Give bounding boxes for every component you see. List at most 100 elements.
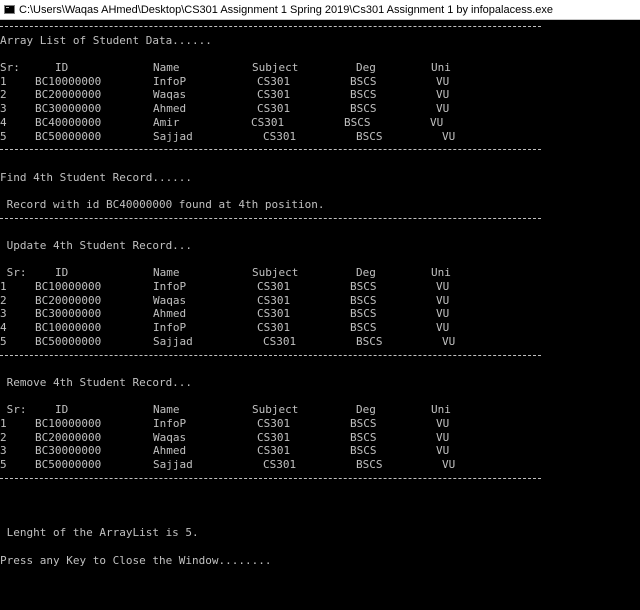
col-name: Name [153,403,180,417]
table-row: 1 BC10000000 InfoP CS301 BSCS VU [0,417,640,431]
divider-line [0,143,640,157]
col-deg: Deg [356,403,376,417]
cell-subject: CS301 [257,307,291,321]
cell-name: Ahmed [153,307,187,321]
table-row: 2 BC20000000 Waqas CS301 BSCS VU [0,431,640,445]
cell-sr: 3 [0,307,7,321]
cell-id: BC30000000 [35,102,102,116]
cell-name: Waqas [153,293,187,307]
close-prompt: Press any Key to Close the Window.......… [0,554,640,568]
table-row: 5 BC50000000 Sajjad CS301 BSCS VU [0,335,640,349]
student-table-initial: 1 BC10000000 InfoP CS301 BSCS VU 2 BC20000000 Wa… [0,75,640,143]
table-row: 5 BC50000000 Sajjad CS301 BSCS VU [0,458,640,472]
cell-id: BC30000000 [35,307,102,321]
console-output[interactable]: Array List of Student Data...... Sr: ID … [0,20,640,610]
cell-uni: VU [436,102,450,116]
table-row: 1 BC10000000 InfoP CS301 BSCS VU [0,280,640,294]
col-deg: Deg [356,61,376,75]
table-header: Sr: ID Name Subject Deg Uni [0,403,640,417]
cell-name: InfoP [153,280,187,294]
cell-subject: CS301 [257,280,291,294]
table-row: 4 BC40000000 Amir CS301 BSCS VU [0,116,640,130]
col-id: ID [55,61,69,75]
cell-deg: BSCS [356,458,383,471]
window-title: C:\Users\Waqas AHmed\Desktop\CS301 Assig… [19,3,553,16]
col-subject: Subject [252,266,299,280]
table-header: Sr: ID Name Subject Deg Uni [0,266,640,280]
cell-deg: BSCS [350,430,377,444]
cell-sr: 1 [0,416,7,430]
cell-id: BC20000000 [35,430,102,444]
heading-text: Array List of Student Data...... [0,33,212,47]
cell-deg: BSCS [350,280,377,294]
prompt-text: Press any Key to Close the Window.......… [0,553,272,567]
cell-name: Waqas [153,430,187,444]
cell-name: Ahmed [153,102,187,116]
cell-subject: CS301 [257,430,291,444]
cell-id: BC40000000 [35,115,102,129]
col-uni: Uni [431,61,451,75]
cell-deg: BSCS [350,444,377,458]
cell-name: Waqas [153,88,187,102]
cell-sr: 3 [0,444,7,458]
cell-sr: 2 [0,88,7,102]
table-header: Sr: ID Name Subject Deg Uni [0,61,640,75]
student-table-removed: 1 BC10000000 InfoP CS301 BSCS VU 2 BC20000000 Wa… [0,417,640,472]
cell-sr: 2 [0,430,7,444]
cell-uni: VU [436,321,450,335]
cell-sr: 3 [0,102,7,116]
cell-deg: BSCS [350,102,377,116]
cell-name: Sajjad [153,458,193,471]
cell-subject: CS301 [257,321,291,335]
col-deg: Deg [356,266,376,280]
cell-sr: 4 [0,321,7,335]
found-message: Record with id BC40000000 found at 4th p… [0,198,640,212]
cell-id: BC20000000 [35,293,102,307]
col-sr: Sr: [0,61,20,75]
cell-deg: BSCS [350,74,377,88]
cell-id: BC20000000 [35,88,102,102]
cell-name: InfoP [153,321,187,335]
cell-subject: CS301 [263,334,297,348]
cell-id: BC10000000 [35,280,102,294]
cell-id: BC50000000 [35,334,102,348]
cell-subject: CS301 [257,416,291,430]
table-row: 2 BC20000000 Waqas CS301 BSCS VU [0,88,640,102]
cell-uni: VU [436,88,450,102]
student-table-updated: 1 BC10000000 InfoP CS301 BSCS VU 2 BC20000000 Wa… [0,280,640,348]
col-name: Name [153,61,180,75]
cell-deg: BSCS [350,416,377,430]
cell-uni: VU [436,293,450,307]
cell-sr: 1 [0,74,7,88]
cell-sr: 5 [0,334,7,348]
cell-deg: BSCS [344,115,371,129]
cell-id: BC10000000 [35,74,102,88]
cell-deg: BSCS [356,129,383,143]
array-list-heading: Array List of Student Data...... [0,34,640,48]
table-row: 3 BC30000000 Ahmed CS301 BSCS VU [0,307,640,321]
cell-name: Amir [153,115,180,129]
col-sr: Sr: [0,266,27,280]
cell-uni: VU [442,129,456,143]
cell-deg: BSCS [350,321,377,335]
divider-line [0,212,640,226]
cell-sr: 2 [0,293,7,307]
cell-name: Sajjad [153,334,193,348]
cell-subject: CS301 [263,458,297,471]
cell-subject: CS301 [257,74,291,88]
message-text: Record with id BC40000000 found at 4th p… [0,197,325,211]
cell-uni: VU [442,334,456,348]
heading-text: Update 4th Student Record... [0,239,193,252]
cell-deg: BSCS [350,307,377,321]
cell-id: BC10000000 [35,321,102,335]
divider-line [0,20,640,34]
cell-uni: VU [436,74,450,88]
cell-name: Sajjad [153,129,193,143]
cell-sr: 5 [0,458,7,471]
cell-uni: VU [442,458,456,471]
cell-deg: BSCS [356,334,383,348]
cell-id: BC10000000 [35,416,102,430]
length-message: Lenght of the ArrayList is 5. [0,526,640,540]
window-titlebar[interactable]: C:\Users\Waqas AHmed\Desktop\CS301 Assig… [0,0,640,20]
cell-uni: VU [436,444,450,458]
